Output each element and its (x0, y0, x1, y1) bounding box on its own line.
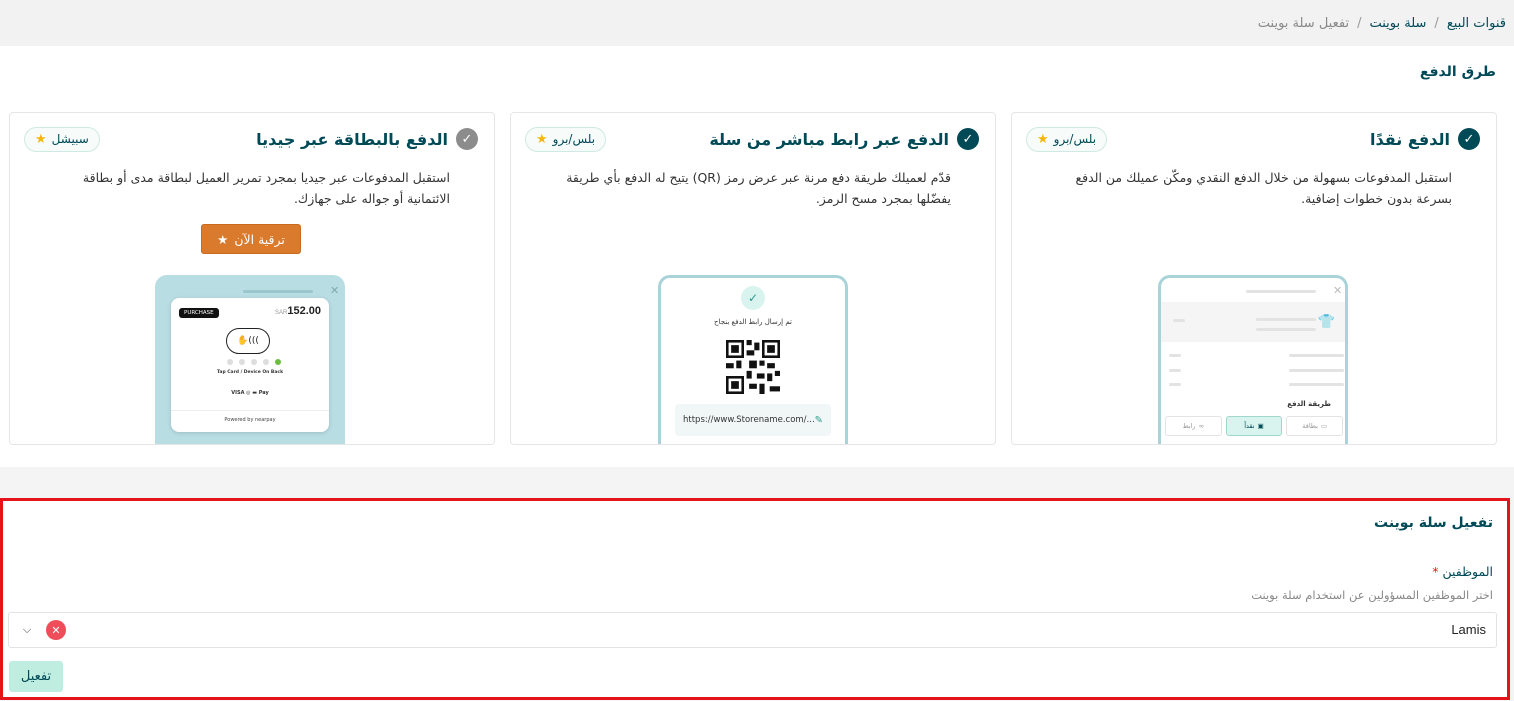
required-mark: * (1432, 564, 1439, 579)
tab-card: ▭ بطاقة (1286, 416, 1343, 436)
activation-section: تفعيل سلة بوينت الموظفين * اختر الموظفين… (0, 498, 1510, 700)
payment-method-label: طريقة الدفع (1287, 400, 1331, 408)
link-icon: ∞ (1198, 422, 1204, 430)
progress-dots (227, 359, 281, 365)
breadcrumb-current: تفعيل سلة بوينت (1257, 15, 1350, 31)
tap-instruction: Tap Card / Device On Back (216, 370, 284, 375)
contactless-icon: )))✋ (226, 328, 270, 354)
breadcrumb-separator: / (1434, 15, 1439, 31)
card-description: استقبل المدفوعات بسهولة من خلال الدفع ال… (1075, 170, 1452, 206)
purchase-tag: PURCHASE (179, 308, 219, 318)
amount: SAR152.00 (275, 305, 321, 317)
tab-cash: ▣ نقداً (1225, 416, 1283, 436)
plan-badge: بلس/برو ★ (525, 126, 607, 152)
payment-card-geidea[interactable]: ✓ الدفع بالبطاقة عبر جيديا سبيشل ★ استقب… (9, 112, 495, 445)
card-header: ✓ الدفع عبر رابط مباشر من سلة بلس/برو ★ (525, 125, 979, 153)
tshirt-icon: 👕 (1317, 314, 1335, 330)
sent-text: تم إرسال رابط الدفع بنجاح (714, 318, 792, 326)
chevron-down-icon[interactable]: ⌵ (19, 620, 35, 640)
card-description: استقبل المدفوعات عبر جيديا بمجرد تمرير ا… (82, 170, 450, 206)
card-icon: ▭ (1320, 422, 1328, 430)
card-title: الدفع نقدًا (1370, 129, 1450, 149)
plan-badge-label: سبيشل (51, 132, 89, 146)
geidea-phone-mockup: ✕ PURCHASE SAR152.00 )))✋ Tap Card / Dev… (155, 275, 345, 444)
upgrade-now-button[interactable]: ترقية الآن ★ (201, 224, 301, 254)
powered-by: Powered by nearpay (171, 410, 329, 423)
employees-select[interactable]: Lamis ✕ ⌵ (8, 612, 1497, 648)
close-icon: ✕ (330, 284, 340, 297)
employees-help-text: اختر الموظفين المسؤولين عن استخدام سلة ب… (1251, 588, 1493, 602)
link-phone-mockup: ✓ تم إرسال رابط الدفع بنجاح https://www.… (658, 275, 848, 444)
qr-code-icon (726, 340, 780, 394)
selected-employee: Lamis (1451, 622, 1486, 637)
star-icon: ★ (536, 131, 548, 147)
activation-title: تفعيل سلة بوينت (1374, 515, 1493, 531)
payment-methods-section: طرق الدفع ✓ الدفع نقدًا بلس/برو ★ استقبل… (0, 46, 1514, 467)
plan-badge: بلس/برو ★ (1026, 126, 1108, 152)
payment-card-link[interactable]: ✓ الدفع عبر رابط مباشر من سلة بلس/برو ★ … (510, 112, 996, 445)
cash-icon: ▣ (1257, 422, 1264, 430)
plan-badge-label: بلس/برو (552, 132, 596, 146)
breadcrumb-separator: / (1357, 15, 1362, 31)
plan-badge-label: بلس/برو (1053, 132, 1097, 146)
plan-badge: سبيشل ★ (24, 126, 100, 152)
check-icon[interactable]: ✓ (957, 128, 979, 150)
edit-icon: ✎ (814, 414, 824, 426)
check-icon[interactable]: ✓ (1458, 128, 1480, 150)
payment-method-tabs: ▭ بطاقة ▣ نقداً ∞ رابط (1164, 416, 1343, 436)
payment-card-cash[interactable]: ✓ الدفع نقدًا بلس/برو ★ استقبل المدفوعات… (1011, 112, 1497, 445)
payment-link-text: https://www.Storename.com/... (683, 415, 815, 425)
card-title: الدفع بالبطاقة عبر جيديا (256, 129, 448, 149)
breadcrumb: قنوات البيع / سلة بوينت / تفعيل سلة بوين… (0, 0, 1514, 46)
check-icon[interactable]: ✓ (456, 128, 478, 150)
breadcrumb-sales-channels[interactable]: قنوات البيع (1447, 16, 1506, 31)
star-icon: ★ (217, 231, 229, 247)
payment-terminal: PURCHASE SAR152.00 )))✋ Tap Card / Devic… (171, 298, 329, 432)
success-check-icon: ✓ (741, 286, 765, 310)
card-description: قدّم لعميلك طريقة دفع مرنة عبر عرض رمز (… (566, 170, 951, 206)
payment-methods-title: طرق الدفع (1419, 64, 1496, 80)
activate-button[interactable]: تفعيل (9, 661, 63, 692)
card-header: ✓ الدفع نقدًا بلس/برو ★ (1026, 125, 1480, 153)
employees-label: الموظفين * (1432, 564, 1493, 579)
upgrade-label: ترقية الآن (234, 231, 285, 247)
star-icon: ★ (35, 131, 47, 147)
star-icon: ★ (1037, 131, 1049, 147)
payment-link-box: https://www.Storename.com/... ✎ (675, 404, 831, 436)
card-network-logos: VISA ◎ ▬ Pay (231, 390, 269, 396)
cash-phone-mockup: ✕ 👕 طريقة الدفع ▭ بطاقة ▣ نقداً ∞ رابط (1158, 275, 1348, 444)
close-icon: ✕ (1333, 284, 1343, 297)
breadcrumb-salla-point[interactable]: سلة بوينت (1369, 16, 1426, 31)
card-header: ✓ الدفع بالبطاقة عبر جيديا سبيشل ★ (24, 125, 478, 153)
clear-selection-icon[interactable]: ✕ (46, 620, 66, 640)
tab-link: ∞ رابط (1164, 416, 1222, 436)
card-title: الدفع عبر رابط مباشر من سلة (709, 129, 949, 149)
